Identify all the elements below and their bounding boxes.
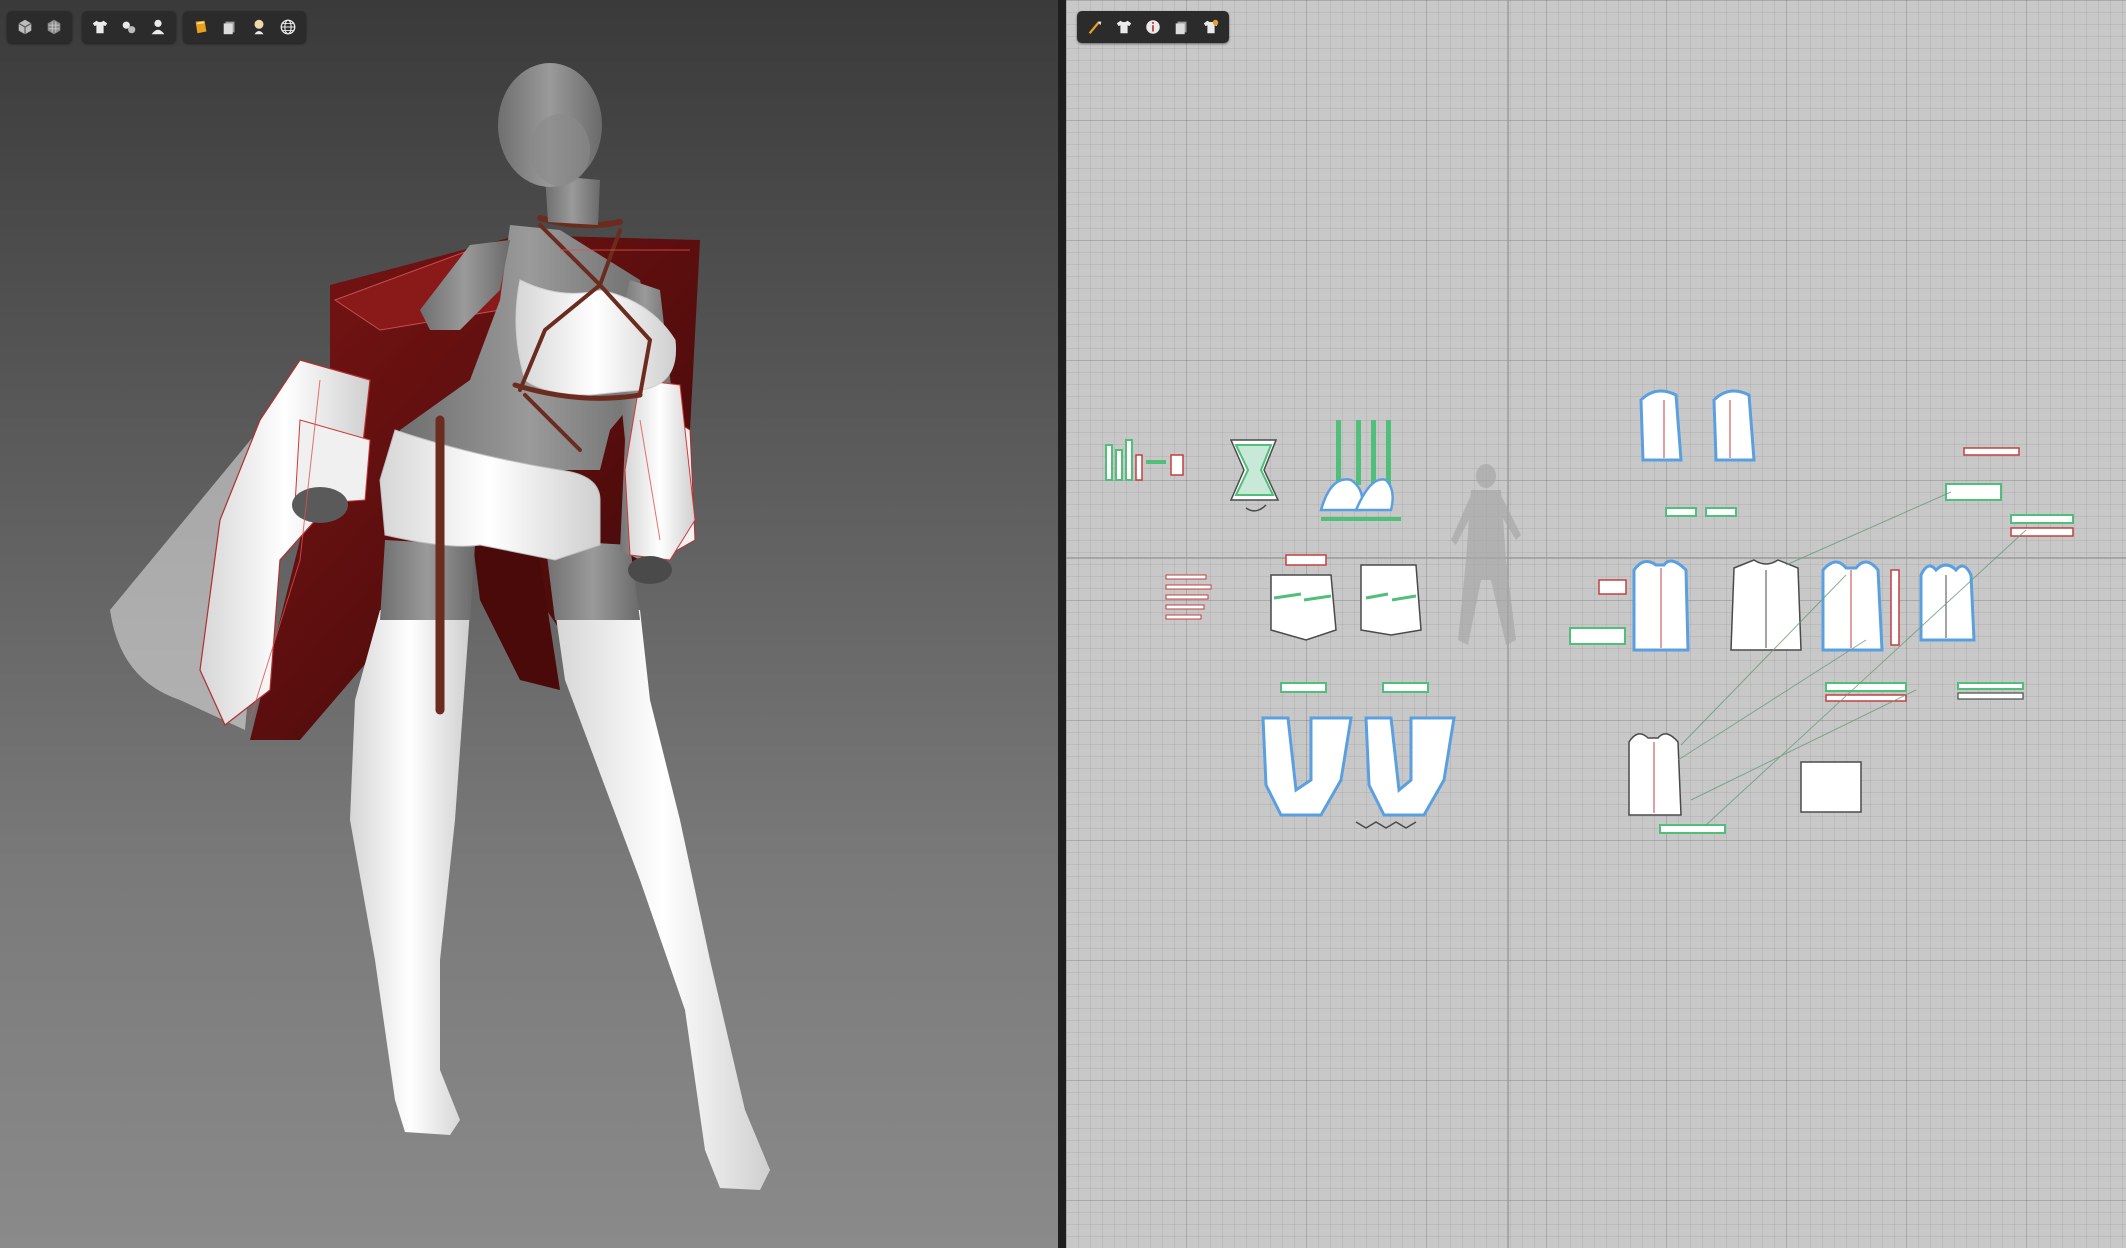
pattern-boot-right[interactable] xyxy=(1355,716,1456,829)
pattern-shorts-front[interactable] xyxy=(1270,554,1337,641)
cube-display-icon[interactable] xyxy=(12,14,38,40)
globe-icon[interactable] xyxy=(275,14,301,40)
left-hand[interactable] xyxy=(292,487,348,523)
left-thigh[interactable] xyxy=(380,540,475,620)
pattern-rectangle-panel[interactable] xyxy=(1800,761,1862,813)
garment-shirt-icon[interactable] xyxy=(87,14,113,40)
pattern-brush-icon[interactable] xyxy=(1082,14,1108,40)
pattern-boot-markers[interactable] xyxy=(1280,682,1429,693)
pattern-shirt-icon[interactable] xyxy=(1111,14,1137,40)
pattern-coat-front-left[interactable] xyxy=(1632,559,1690,652)
pattern-coat-front-right[interactable] xyxy=(1821,560,1900,652)
3d-scene[interactable] xyxy=(0,0,1058,1248)
toolbar-3d-display xyxy=(7,11,72,43)
pattern-harness-strips[interactable] xyxy=(1165,574,1212,620)
avatar-face xyxy=(530,114,590,186)
pattern-small-strips-left[interactable] xyxy=(1105,439,1184,481)
pattern-belt-pieces[interactable] xyxy=(1825,682,2024,702)
fabric-layers-icon[interactable] xyxy=(1169,14,1195,40)
pattern-bra-strips[interactable] xyxy=(1319,420,1401,521)
right-hand[interactable] xyxy=(628,556,672,584)
info-circle-icon[interactable] xyxy=(1140,14,1166,40)
pattern-coat-lower[interactable] xyxy=(1628,733,1726,834)
pattern-boot-left[interactable] xyxy=(1261,716,1353,817)
toolbar-3d-garment xyxy=(82,11,176,43)
pattern-shorts-back[interactable] xyxy=(1360,564,1422,636)
pattern-cuff-pair[interactable] xyxy=(1665,507,1737,517)
material-layers-icon[interactable] xyxy=(217,14,243,40)
3d-viewport[interactable] xyxy=(0,0,1058,1248)
pattern-bodice-x[interactable] xyxy=(1229,439,1280,512)
avatar-silhouette xyxy=(1451,464,1521,645)
avatar-head-icon[interactable] xyxy=(246,14,272,40)
pane-splitter[interactable] xyxy=(1058,0,1066,1248)
avatar-icon[interactable] xyxy=(145,14,171,40)
toolbar-2d xyxy=(1077,11,1229,43)
toolbar-3d-render xyxy=(183,11,306,43)
left-boot[interactable] xyxy=(350,610,470,1135)
fabric-swatch-icon[interactable] xyxy=(188,14,214,40)
pins-icon[interactable] xyxy=(116,14,142,40)
pattern-coat-back[interactable] xyxy=(1730,559,1802,651)
shirt-arrangement-icon[interactable] xyxy=(1198,14,1224,40)
2d-pattern-canvas[interactable] xyxy=(1066,0,2126,1248)
pattern-sleeve-upper-pair[interactable] xyxy=(1639,389,1756,462)
texture-display-icon[interactable] xyxy=(41,14,67,40)
2d-pattern-viewport[interactable] xyxy=(1066,0,2126,1248)
right-boot[interactable] xyxy=(555,610,770,1190)
